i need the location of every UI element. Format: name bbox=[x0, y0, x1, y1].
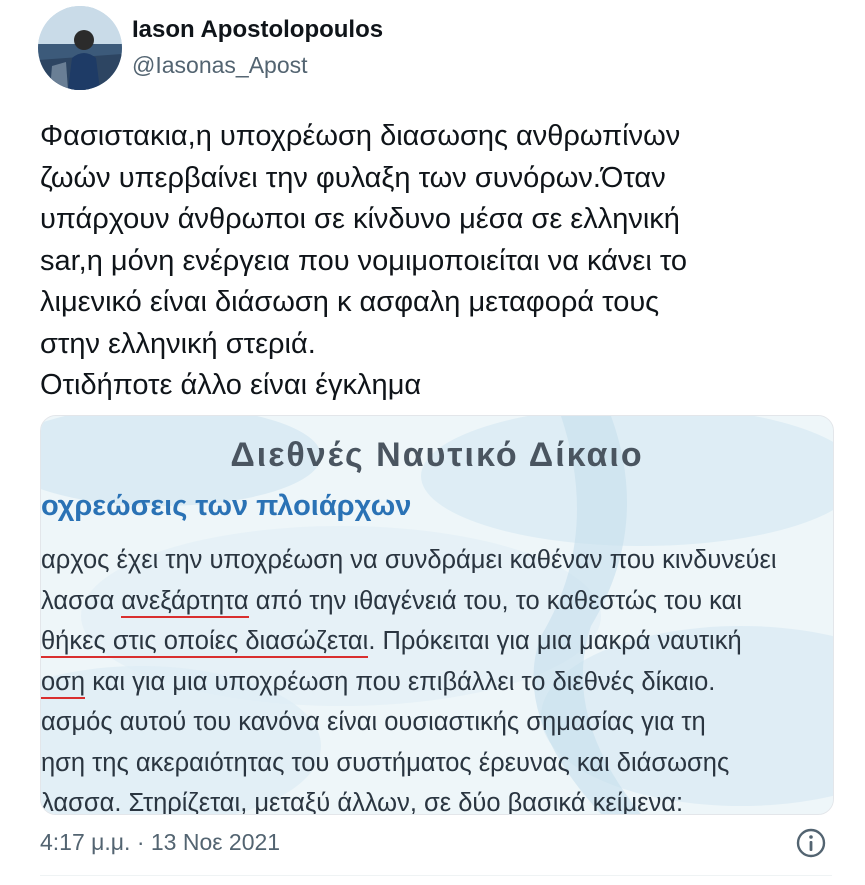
media-paragraph-line: ηση της ακεραιότητας του συστήματος έρευ… bbox=[41, 748, 730, 777]
tweet-text-line: λιμενικό είναι διάσωση κ ασφαλη μεταφορά… bbox=[40, 286, 660, 318]
media-text-span: λασσα bbox=[41, 586, 122, 615]
user-name[interactable]: Iason Apostolopoulos bbox=[132, 16, 383, 44]
underlined-phrase: ανεξάρτητα bbox=[121, 586, 249, 618]
media-paragraph: αρχος έχει την υποχρέωση να συνδράμει κα… bbox=[41, 540, 833, 815]
tweet-text-line: ζωών υπερβαίνει την φυλαξη των συνόρων.Ό… bbox=[40, 161, 666, 194]
media-paragraph-line: λασσα. Στηρίζεται, μεταξύ άλλων, σε δύο … bbox=[41, 789, 684, 815]
media-text-span: από την ιθαγένειά του, το καθεστώς του κ… bbox=[248, 586, 742, 615]
tweet-text-line: στην ελληνική στεριά. bbox=[40, 327, 316, 360]
tweet-text-line: υπάρχουν άνθρωποι σε κίνδυνο μέσα σε ελλ… bbox=[40, 203, 680, 235]
info-icon-glyph bbox=[796, 828, 826, 858]
user-handle[interactable]: @Iasonas_Apost bbox=[132, 52, 308, 79]
tweet-text: Φασιστακια,η υποχρέωση διασωσης ανθρωπίν… bbox=[40, 116, 850, 407]
divider bbox=[40, 875, 832, 876]
media-paragraph-line: ασμός αυτού του κανόνα είναι ουσιαστικής… bbox=[41, 708, 706, 736]
media-title: Διεθνές Ναυτικό Δίκαιο bbox=[230, 436, 644, 474]
media-paragraph-line: αρχος έχει την υποχρέωση να συνδράμει κα… bbox=[41, 546, 777, 574]
tweet-timestamp[interactable]: 4:17 μ.μ. · 13 Νοε 2021 bbox=[40, 829, 280, 856]
media-text-span: και για μια υποχρέωση που επιβάλλει το δ… bbox=[85, 667, 716, 696]
media-subtitle: οχρεώσεις των πλοιάρχων bbox=[41, 490, 412, 522]
media-paragraph-line: οση και για μια υποχρέωση που επιβάλλει … bbox=[41, 662, 833, 703]
media-paragraph-line: θήκες στις οποίες διασώζεται. Πρόκειται … bbox=[41, 621, 833, 662]
media-paragraph-line: λασσα ανεξάρτητα από την ιθαγένειά του, … bbox=[41, 581, 833, 622]
media-text-span: . Πρόκειται για μια μακρά ναυτική bbox=[368, 627, 742, 655]
tweet-text-line: Οτιδήποτε άλλο είναι έγκλημα bbox=[40, 369, 422, 401]
avatar-image bbox=[38, 6, 122, 90]
underlined-phrase: θήκες στις οποίες διασώζεται bbox=[41, 627, 369, 658]
avatar[interactable] bbox=[38, 6, 122, 90]
tweet-media-image[interactable]: Διεθνές Ναυτικό Δίκαιο οχρεώσεις των πλο… bbox=[40, 415, 834, 815]
tweet-text-line: Φασιστακια,η υποχρέωση διασωσης ανθρωπίν… bbox=[40, 120, 681, 152]
tweet-text-line: sar,η μόνη ενέργεια που νομιμοποιείται ν… bbox=[40, 244, 688, 277]
info-circle-icon[interactable] bbox=[795, 827, 827, 859]
underlined-phrase: οση bbox=[41, 667, 86, 699]
